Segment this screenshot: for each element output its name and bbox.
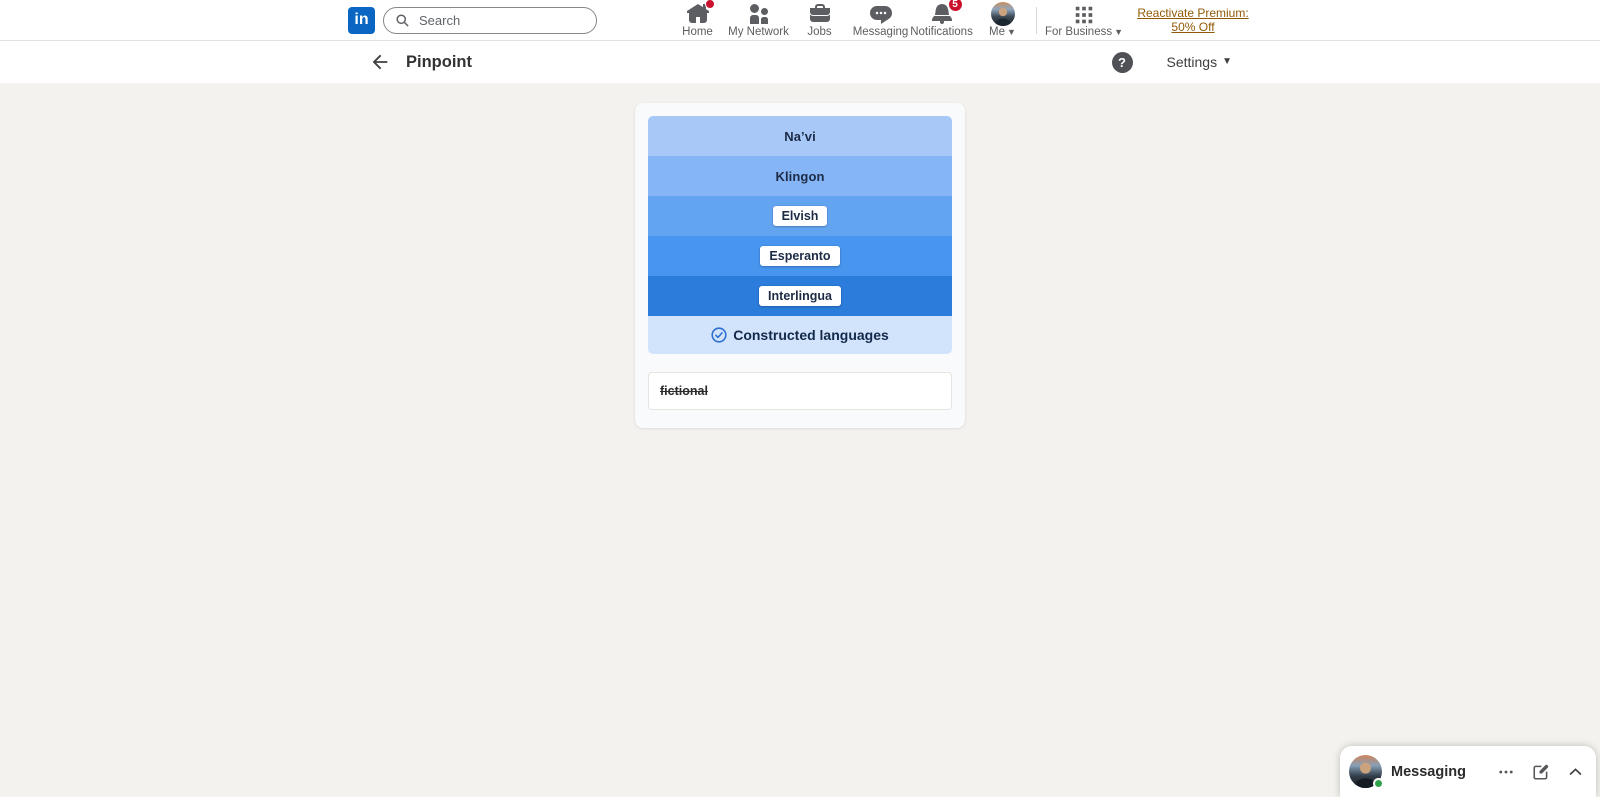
nav-label-my-network: My Network <box>728 25 789 38</box>
messaging-dock-title: Messaging <box>1391 763 1466 780</box>
nav-item-messaging[interactable]: Messaging <box>850 0 911 40</box>
nav-label-jobs: Jobs <box>807 25 832 38</box>
jobs-icon <box>808 2 832 26</box>
nav-item-home[interactable]: Home <box>667 0 728 40</box>
nav-label-messaging: Messaging <box>852 25 909 38</box>
check-circle-icon <box>711 327 727 343</box>
clue-row: Klingon <box>648 156 952 196</box>
presence-dot <box>1373 778 1384 789</box>
clue-label: Interlingua <box>759 286 841 306</box>
header-actions: ? Settings ▼ <box>1111 51 1233 73</box>
chevron-up-icon <box>1569 768 1582 775</box>
search-icon <box>396 13 409 27</box>
answer-label: Constructed languages <box>733 327 889 343</box>
caret-down-icon: ▼ <box>1222 56 1232 67</box>
ellipsis-icon <box>1499 770 1513 773</box>
home-notification-dot <box>704 0 715 9</box>
guess-input[interactable]: fictional <box>648 372 952 410</box>
compose-icon <box>1533 764 1549 780</box>
ellipsis-menu-button[interactable] <box>1497 763 1515 781</box>
search-input[interactable] <box>417 11 585 29</box>
clue-label: Elvish <box>772 206 828 226</box>
nav-label-me: Me ▼ <box>989 25 1016 38</box>
settings-label: Settings <box>1166 54 1218 70</box>
premium-line1: Reactivate Premium: <box>1137 5 1249 20</box>
back-icon <box>372 54 388 70</box>
nav-items: Home My Network Jobs Messaging 5 Notific… <box>667 0 1033 40</box>
clue-stack: Na’vi Klingon Elvish Esperanto Interlingua <box>648 116 952 316</box>
grid-icon <box>1073 2 1095 26</box>
nav-label-notifications: Notifications <box>910 25 973 38</box>
game-header: Pinpoint ? Settings ▼ <box>0 41 1600 83</box>
compose-message-button[interactable] <box>1532 763 1550 781</box>
messaging-dock-actions <box>1497 763 1584 781</box>
nav-item-me[interactable]: Me ▼ <box>972 0 1033 40</box>
help-button[interactable]: ? <box>1111 51 1133 73</box>
clue-row: Interlingua <box>648 276 952 316</box>
clue-label: Na’vi <box>784 128 816 144</box>
nav-label-home: Home <box>682 25 713 38</box>
nav-item-my-network[interactable]: My Network <box>728 0 789 40</box>
nav-item-jobs[interactable]: Jobs <box>789 0 850 40</box>
back-button[interactable] <box>368 50 392 74</box>
guess-text: fictional <box>660 384 708 398</box>
messaging-avatar <box>1349 755 1384 789</box>
page-title: Pinpoint <box>406 52 472 71</box>
clue-row: Na’vi <box>648 116 952 156</box>
clue-row: Elvish <box>648 196 952 236</box>
clue-row: Esperanto <box>648 236 952 276</box>
linkedin-logo[interactable]: in <box>348 6 375 34</box>
my-network-icon <box>747 2 771 26</box>
global-nav-inner: in Home My Network <box>348 0 1252 40</box>
help-icon: ? <box>1118 54 1126 70</box>
answer-row: Constructed languages <box>648 316 952 354</box>
premium-upsell-link[interactable]: Reactivate Premium: 50% Off <box>1134 6 1252 35</box>
clue-stack-wrapper: Na’vi Klingon Elvish Esperanto Interlingua C… <box>648 116 952 354</box>
messaging-icon <box>869 2 893 26</box>
main-content: Na’vi Klingon Elvish Esperanto Interlingua C… <box>0 83 1600 797</box>
clue-label: Esperanto <box>760 246 840 266</box>
home-icon <box>686 0 715 26</box>
nav-label-for-business: For Business ▼ <box>1044 25 1124 38</box>
settings-dropdown[interactable]: Settings ▼ <box>1167 54 1233 70</box>
notifications-badge: 5 <box>947 0 963 12</box>
nav-item-for-business[interactable]: For Business ▼ <box>1043 2 1125 39</box>
messaging-dock[interactable]: Messaging <box>1340 746 1596 797</box>
nav-divider <box>1036 6 1037 34</box>
premium-line2: 50% Off <box>1171 20 1215 34</box>
me-avatar <box>990 1 1015 26</box>
expand-collapse-button[interactable] <box>1567 763 1584 780</box>
caret-down-icon: ▼ <box>1114 27 1124 37</box>
clue-label: Klingon <box>775 168 825 184</box>
caret-down-icon: ▼ <box>1007 27 1016 37</box>
global-nav: in Home My Network <box>0 0 1600 41</box>
notifications-icon: 5 <box>930 0 963 26</box>
nav-item-notifications[interactable]: 5 Notifications <box>910 0 973 40</box>
search-bar[interactable] <box>383 6 597 34</box>
game-header-inner: Pinpoint ? Settings ▼ <box>368 50 1232 74</box>
game-card: Na’vi Klingon Elvish Esperanto Interlingua C… <box>635 103 965 428</box>
